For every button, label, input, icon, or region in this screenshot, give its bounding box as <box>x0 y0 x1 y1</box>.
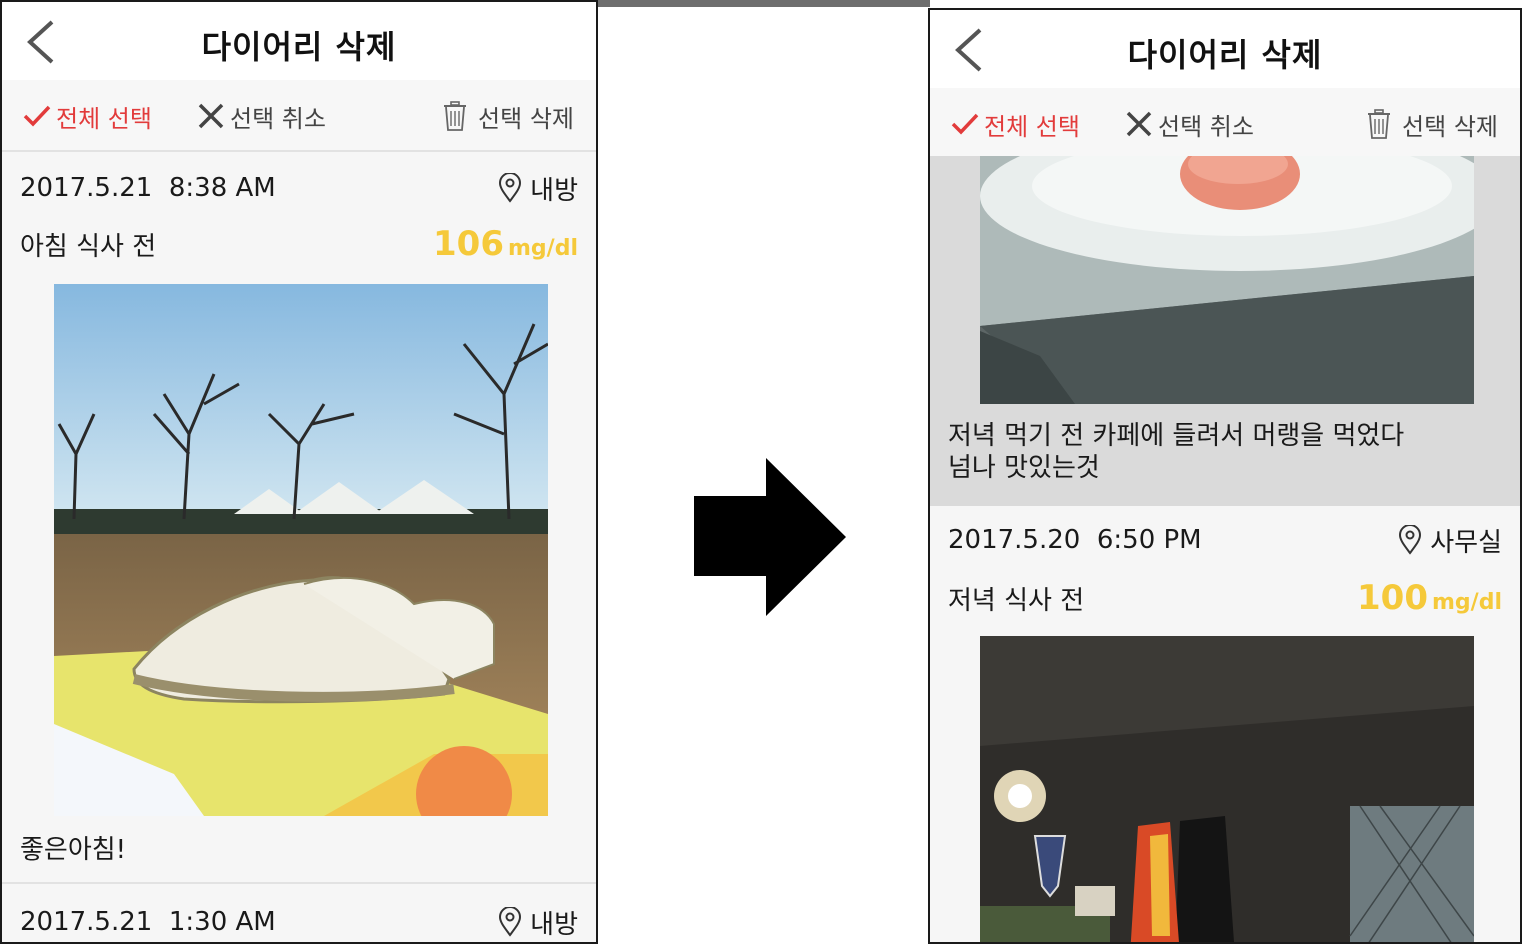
trash-icon <box>444 101 467 131</box>
meal-label: 아침 식사 전 <box>20 231 157 262</box>
select-all-button[interactable]: 전체 선택 <box>950 106 1080 142</box>
close-x-icon <box>1126 111 1152 137</box>
close-x-icon <box>198 103 224 129</box>
cancel-selection-label: 선택 취소 <box>230 104 326 133</box>
app-bar: 다이어리 삭제 <box>930 10 1520 88</box>
glucose-value: 100 <box>1357 578 1428 618</box>
selection-toolbar: 전체 선택 선택 취소 선택 삭제 <box>2 80 596 152</box>
select-all-label: 전체 선택 <box>984 112 1080 141</box>
entry-header: 2017.5.21 8:38 AM 내방 <box>20 168 578 208</box>
top-divider-line <box>598 0 930 7</box>
entry-divider <box>2 882 596 884</box>
glucose-unit: mg/dl <box>1432 590 1502 615</box>
delete-selected-button[interactable]: 선택 삭제 <box>442 98 574 134</box>
meal-label: 저녁 식사 전 <box>948 585 1085 616</box>
entry-datetime: 2017.5.20 6:50 PM <box>948 525 1202 555</box>
page-title: 다이어리 삭제 <box>201 28 397 66</box>
entry-location: 사무실 <box>1398 522 1502 559</box>
diary-list[interactable]: 2017.5.21 8:38 AM 내방 아침 식사 전 106 mg/dl 좋… <box>2 152 596 942</box>
diary-list[interactable]: 저녁 먹기 전 카페에 들려서 머랭을 먹었다 넘나 맛있는것 2017.5.2… <box>930 156 1520 942</box>
glucose-reading: 106 mg/dl <box>433 224 578 264</box>
entry-header: 2017.5.21 1:30 AM 내방 <box>20 902 578 942</box>
entry-datetime: 2017.5.21 8:38 AM <box>20 173 276 203</box>
select-all-button[interactable]: 전체 선택 <box>22 98 152 134</box>
entry-meal-row: 저녁 식사 전 100 mg/dl <box>948 578 1502 618</box>
cancel-selection-label: 선택 취소 <box>1158 112 1254 141</box>
phone-screen-before: 다이어리 삭제 전체 선택 선택 취소 선택 삭제 2017.5.21 8:38… <box>0 0 598 944</box>
delete-selected-label: 선택 삭제 <box>478 104 574 133</box>
phone-screen-after: 다이어리 삭제 전체 선택 선택 취소 선택 삭제 저녁 먹기 전 카페에 들려… <box>928 8 1522 944</box>
location-pin-icon <box>499 907 522 937</box>
cancel-selection-button[interactable]: 선택 취소 <box>1124 106 1254 142</box>
entry-note: 좋은아침! <box>20 835 127 865</box>
location-label: 내방 <box>530 909 578 940</box>
glucose-unit: mg/dl <box>508 236 578 261</box>
entry-location: 내방 <box>498 904 578 941</box>
glucose-reading: 100 mg/dl <box>1357 578 1502 618</box>
entry-header: 2017.5.20 6:50 PM 사무실 <box>948 520 1502 560</box>
delete-selected-label: 선택 삭제 <box>1402 112 1498 141</box>
right-arrow-icon <box>694 458 846 616</box>
check-icon <box>23 105 51 127</box>
cancel-selection-button[interactable]: 선택 취소 <box>196 98 326 134</box>
entry-note: 저녁 먹기 전 카페에 들려서 머랭을 먹었다 넘나 맛있는것 <box>948 420 1404 484</box>
selection-toolbar: 전체 선택 선택 취소 선택 삭제 <box>930 88 1520 160</box>
delete-selected-button[interactable]: 선택 삭제 <box>1366 106 1498 142</box>
check-icon <box>951 113 979 135</box>
glucose-value: 106 <box>433 224 504 264</box>
entry-datetime: 2017.5.21 1:30 AM <box>20 907 276 937</box>
entry-location: 내방 <box>498 170 578 207</box>
location-label: 내방 <box>530 175 578 206</box>
entry-meal-row: 아침 식사 전 106 mg/dl <box>20 224 578 264</box>
app-bar: 다이어리 삭제 <box>2 2 596 80</box>
trash-icon <box>1368 109 1391 139</box>
entry-photo[interactable] <box>980 636 1474 942</box>
location-pin-icon <box>499 173 522 203</box>
entry-note-line: 넘나 맛있는것 <box>948 453 1100 483</box>
entry-photo[interactable] <box>54 284 548 816</box>
location-pin-icon <box>1399 525 1422 555</box>
page-title: 다이어리 삭제 <box>1127 36 1323 74</box>
location-label: 사무실 <box>1430 527 1502 558</box>
entry-note-line: 저녁 먹기 전 카페에 들려서 머랭을 먹었다 <box>948 421 1405 451</box>
entry-photo[interactable] <box>980 156 1474 404</box>
select-all-label: 전체 선택 <box>56 104 152 133</box>
